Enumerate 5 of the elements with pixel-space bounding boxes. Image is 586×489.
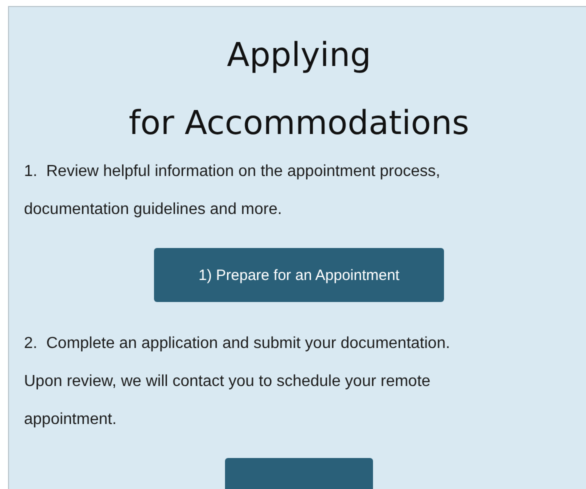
step-text: 1. Review helpful information on the appointment process, documentation guidelines and more. [24,162,442,220]
step-button[interactable]: 1) Prepare for an Appointment [154,248,444,302]
heading: for Accommodations [128,102,470,144]
heading: Applying [226,34,372,76]
step-text: 2. Complete an application and submit your documentation. Upon review, we will contact you to schedule your remote appointment. [24,334,452,430]
